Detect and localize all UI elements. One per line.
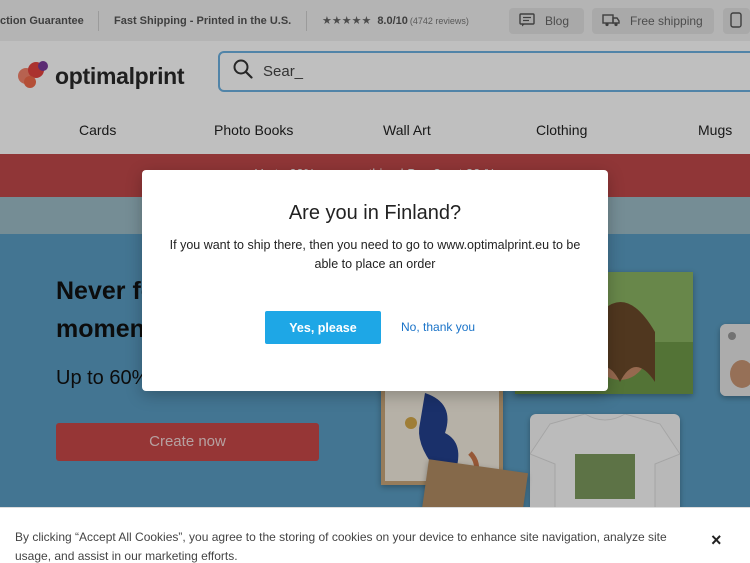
no-thank-you-link[interactable]: No, thank you (401, 320, 475, 334)
country-redirect-dialog: Are you in Finland? If you want to ship … (142, 170, 608, 391)
dialog-title: Are you in Finland? (288, 202, 462, 224)
cookie-banner: By clicking “Accept All Cookies”, you ag… (0, 507, 750, 563)
cookie-message: By clicking “Accept All Cookies”, you ag… (15, 530, 667, 563)
close-icon[interactable]: × (711, 530, 722, 551)
yes-please-button[interactable]: Yes, please (265, 311, 381, 344)
dialog-message: If you want to ship there, then you need… (169, 238, 581, 271)
